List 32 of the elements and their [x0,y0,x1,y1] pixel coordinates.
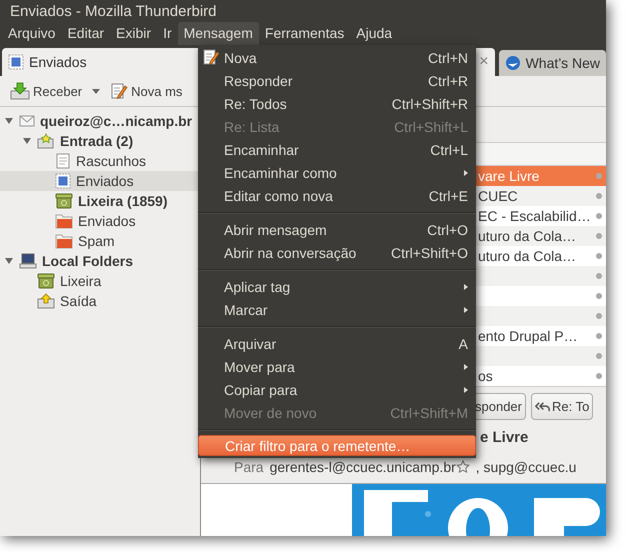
folder-name: Enviados [78,213,136,229]
folder-name: Enviados [76,173,134,189]
message-subject-heading: e Livre [480,429,528,446]
shortcut-label: Ctrl+Shift+R [390,96,468,112]
window-title: Enviados - Mozilla Thunderbird [9,2,218,22]
message-subject: EC - Escalabilid… [478,208,591,224]
shortcut-label: Ctrl+R [426,72,468,88]
tab-label: Enviados [29,54,87,70]
shortcut-label: Ctrl+E [428,188,468,204]
folder-name: Lixeira [60,273,102,289]
folder-name: queiroz@c…nicamp.br [40,113,192,129]
folder-name: Local Folders [42,253,134,269]
message-subject: ento Drupal P… [478,328,578,344]
shortcut-label: A [458,336,468,352]
to-label: Para [234,459,264,475]
tab-label: What’s New [526,55,600,71]
shortcut-label: Ctrl+Shift+L [393,118,468,134]
shortcut-label: Ctrl+L [429,142,468,158]
shortcut-label: Ctrl+O [426,222,468,238]
folder-name: Saída [60,293,97,309]
message-subject: uturo da Cola… [478,248,576,264]
shortcut-label: Ctrl+Shift+O [390,244,468,260]
folder-name: Spam [78,233,115,249]
message-subject: uturo da Cola… [478,228,576,244]
folder-name: Rascunhos [76,153,146,169]
message-subject: os [478,368,493,384]
shortcut-label: Ctrl+N [426,50,468,66]
shortcut-label: Ctrl+Shift+M [389,404,468,420]
message-subject: CUEC [478,188,518,204]
message-subject: vare Livre [478,168,540,184]
folder-name: Lixeira (1859) [78,193,168,209]
folder-name: Entrada (2) [60,133,134,149]
